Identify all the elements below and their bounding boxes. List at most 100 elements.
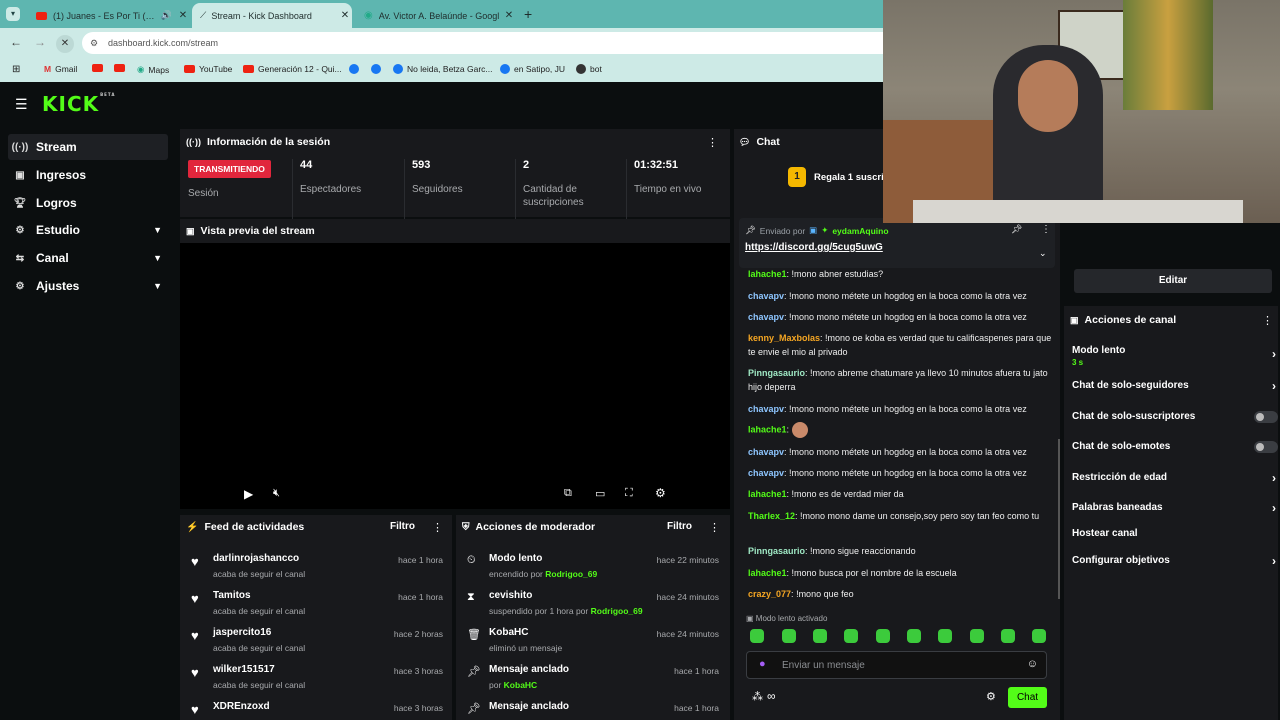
chat-username[interactable]: lahache1 [748, 269, 787, 279]
pinned-link[interactable]: https://discord.gg/5cug5uwG [745, 242, 883, 253]
close-tab-icon[interactable]: ✕ [176, 10, 190, 21]
chat-username[interactable]: Tharlex_12 [748, 511, 795, 521]
play-icon[interactable]: ▶ [244, 487, 253, 501]
action-followers-only[interactable]: Chat de solo-seguidores › [1072, 379, 1276, 393]
video-player[interactable] [180, 243, 730, 507]
bookmark-betza[interactable]: No leida, Betza Garc... [393, 64, 493, 74]
mute-icon[interactable]: 🔇︎ [273, 487, 280, 500]
action-slow-mode[interactable]: Modo lento 3 s › [1072, 345, 1276, 367]
chevron-down-icon[interactable]: ▼ [153, 225, 162, 235]
menu-icon[interactable]: ☰ [15, 96, 28, 113]
chat-username[interactable]: chavapv [748, 447, 784, 457]
more-options-icon[interactable]: ⋮ [432, 521, 443, 534]
forward-icon[interactable]: → [34, 35, 46, 49]
emote-icon[interactable] [876, 629, 890, 643]
settings-icon[interactable]: ⚙ [655, 486, 666, 500]
microphone-icon[interactable]: ● [759, 658, 766, 670]
sidebar-item-ajustes[interactable]: ⚙ Ajustes ▼ [8, 273, 168, 299]
mod-filter-button[interactable]: Filtro [667, 521, 692, 532]
close-tab-icon[interactable]: ✕ [338, 10, 352, 21]
action-host-channel[interactable]: Hostear canal [1072, 528, 1272, 539]
sidebar-item-stream[interactable]: ((·)) Stream [8, 134, 168, 160]
browser-tab-youtube[interactable]: (1) Juanes - Es Por Ti (Rema 🔊 ✕ [28, 3, 190, 28]
action-subscribers-only[interactable]: Chat de solo-suscriptores [1072, 411, 1278, 423]
chat-username[interactable]: lahache1 [748, 489, 787, 499]
bookmark-gmail[interactable]: M Gmail [44, 64, 77, 74]
chat-input[interactable]: ● Enviar un mensaje ☺ [746, 651, 1047, 679]
sidebar-item-canal[interactable]: ⇆ Canal ▼ [8, 245, 168, 271]
bookmark-youtube-2[interactable] [114, 64, 125, 72]
bookmark-facebook-2[interactable] [371, 64, 381, 74]
bookmark-facebook-1[interactable] [349, 64, 359, 74]
emotes-only-toggle[interactable] [1254, 441, 1278, 453]
chat-username[interactable]: chavapv [748, 468, 784, 478]
tab-list-icon[interactable]: ▾ [6, 7, 20, 21]
bookmark-generacion[interactable]: Generación 12 - Qui... [243, 64, 342, 74]
chat-settings-icon[interactable]: ⚙ [986, 690, 996, 703]
chevron-down-icon[interactable]: ▼ [153, 253, 162, 263]
subscribers-only-toggle[interactable] [1254, 411, 1278, 423]
apps-icon[interactable]: ⊞ [12, 64, 20, 75]
more-options-icon[interactable]: ⋮ [707, 136, 718, 149]
close-tab-icon[interactable]: ✕ [502, 10, 516, 21]
chat-username[interactable]: kenny_Maxbolas [748, 333, 820, 343]
emote-icon[interactable] [813, 629, 827, 643]
edit-button[interactable]: Editar [1074, 269, 1272, 293]
kick-logo[interactable]: KICKBETA [42, 92, 115, 116]
unpin-icon[interactable]: 📌︎ [1011, 224, 1022, 235]
browser-tab-kick[interactable]: ⟋ Stream - Kick Dashboard ✕ [192, 3, 352, 28]
gift-sub-banner[interactable]: 1 Regala 1 suscrip [788, 167, 890, 187]
chat-users-icon[interactable]: ⁂ [752, 690, 763, 703]
emoji-icon[interactable]: ☺ [1027, 658, 1038, 670]
chat-username[interactable]: chavapv [748, 312, 784, 322]
mini-player-icon[interactable]: ⧉ [564, 487, 572, 500]
youtube-icon [36, 11, 47, 20]
more-options-icon[interactable]: ⋮ [1262, 314, 1273, 327]
chat-username[interactable]: crazy_077 [748, 589, 791, 599]
emote-icon[interactable] [1001, 629, 1015, 643]
more-options-icon[interactable]: ⋮ [709, 521, 720, 534]
speaker-icon[interactable]: 🔊 [161, 10, 172, 21]
browser-tab-maps[interactable]: ◉ Av. Victor A. Belaúnde - Googl ✕ [356, 3, 516, 28]
stop-icon[interactable]: ✕ [56, 35, 74, 53]
emote-icon[interactable] [1032, 629, 1046, 643]
activity-filter-button[interactable]: Filtro [390, 521, 415, 532]
chat-username[interactable]: lahache1 [748, 568, 787, 578]
sidebar-item-ingresos[interactable]: ▣ Ingresos [8, 162, 168, 188]
theater-icon[interactable]: ▭ [595, 487, 605, 500]
emote-icon[interactable] [938, 629, 952, 643]
emote-icon[interactable] [970, 629, 984, 643]
action-age-restriction[interactable]: Restricción de edad › [1072, 471, 1276, 485]
action-emotes-only[interactable]: Chat de solo-emotes [1072, 441, 1278, 453]
site-info-icon[interactable]: ⚙ [90, 32, 98, 54]
chat-message: chavapv: !mono mono métete un hogdog en … [748, 466, 1053, 480]
chevron-down-icon[interactable]: ▼ [153, 281, 162, 291]
back-icon[interactable]: ← [10, 35, 22, 49]
emote-icon[interactable] [750, 629, 764, 643]
fullscreen-icon[interactable]: ⛶ [625, 487, 633, 500]
chat-send-button[interactable]: Chat [1008, 687, 1047, 708]
action-banned-words[interactable]: Palabras baneadas › [1072, 501, 1276, 515]
bookmark-maps[interactable]: ◉ Maps [137, 64, 169, 75]
emote-icon[interactable] [782, 629, 796, 643]
bookmark-satipo[interactable]: en Satipo, JU [500, 64, 565, 74]
pinned-message[interactable]: 📌︎ Enviado por ▣ ✦ eydamAquino 📌︎ ⋮ http… [739, 218, 1055, 268]
new-tab-button[interactable]: + [524, 6, 532, 22]
sidebar-item-estudio[interactable]: ⚙ Estudio ▼ [8, 217, 168, 243]
chat-username[interactable]: lahache1 [748, 424, 787, 434]
bookmark-youtube[interactable]: YouTube [184, 64, 232, 74]
chat-scrollbar[interactable] [1058, 439, 1060, 599]
bookmark-bot[interactable]: bot [576, 64, 602, 74]
mod-badge-icon: ✦ [821, 225, 829, 235]
chat-username[interactable]: chavapv [748, 291, 784, 301]
emote-icon[interactable] [907, 629, 921, 643]
action-configure-goals[interactable]: Configurar objetivos › [1072, 554, 1276, 568]
chat-username[interactable]: Pinngasaurio [748, 546, 805, 556]
bookmark-youtube-1[interactable] [92, 64, 103, 72]
chat-username[interactable]: chavapv [748, 404, 784, 414]
sidebar-item-logros[interactable]: 🏆︎ Logros [8, 190, 168, 216]
emote-icon[interactable] [844, 629, 858, 643]
chat-username[interactable]: Pinngasaurio [748, 368, 805, 378]
more-options-icon[interactable]: ⋮ [1041, 224, 1051, 235]
chevron-down-icon[interactable]: ⌄ [1039, 248, 1047, 259]
